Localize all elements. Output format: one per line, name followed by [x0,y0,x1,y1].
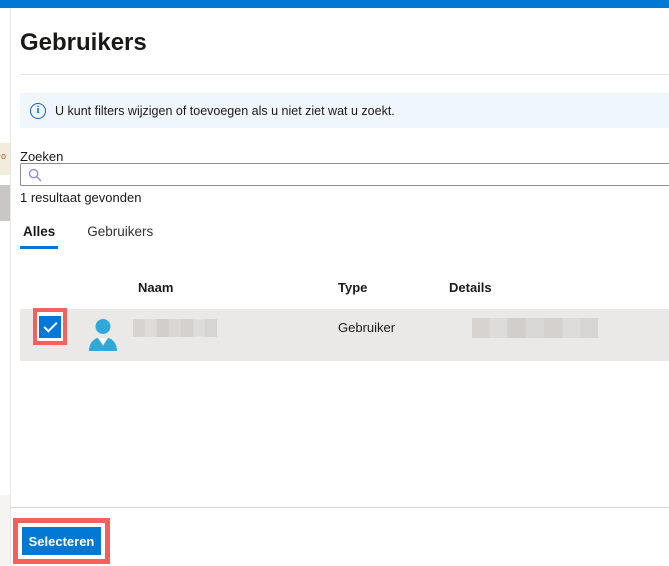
search-input[interactable] [48,164,669,185]
footer-divider [10,507,669,508]
person-icon [89,319,117,351]
info-icon: i [30,102,46,119]
column-header-type: Type [338,280,368,295]
background-text-fragment: o [1,151,7,161]
page-title: Gebruikers [20,29,147,57]
panel-edge-divider [10,8,11,566]
background-block-gray [0,185,10,221]
info-banner: i U kunt filters wijzigen of toevoegen a… [20,93,669,128]
column-header-naam: Naam [138,280,174,295]
title-divider [20,74,669,75]
select-button[interactable]: Selecteren [22,527,101,555]
search-box[interactable] [20,163,669,186]
background-page-strip: o [0,8,10,566]
search-label: Zoeken [20,149,64,164]
column-header-details: Details [449,280,492,295]
search-icon [28,168,42,181]
annotation-highlight-select-button: Selecteren [13,518,110,564]
redacted-details-value [472,318,598,338]
checkmark-icon [43,317,58,333]
info-banner-text: U kunt filters wijzigen of toevoegen als… [55,103,395,118]
redacted-name-value [133,319,217,337]
annotation-highlight-checkbox [33,308,67,345]
tab-alles[interactable]: Alles [20,221,59,249]
background-block-beige: o [0,143,10,175]
row-checkbox[interactable] [39,315,61,338]
table-row[interactable]: Gebruiker [20,308,669,361]
background-block-bottom [0,495,10,566]
row-type-value: Gebruiker [338,320,396,335]
tab-gebruikers[interactable]: Gebruikers [84,221,156,249]
result-count-text: 1 resultaat gevonden [20,190,142,205]
top-accent-bar [0,0,669,8]
tab-bar: Alles Gebruikers [20,221,156,249]
